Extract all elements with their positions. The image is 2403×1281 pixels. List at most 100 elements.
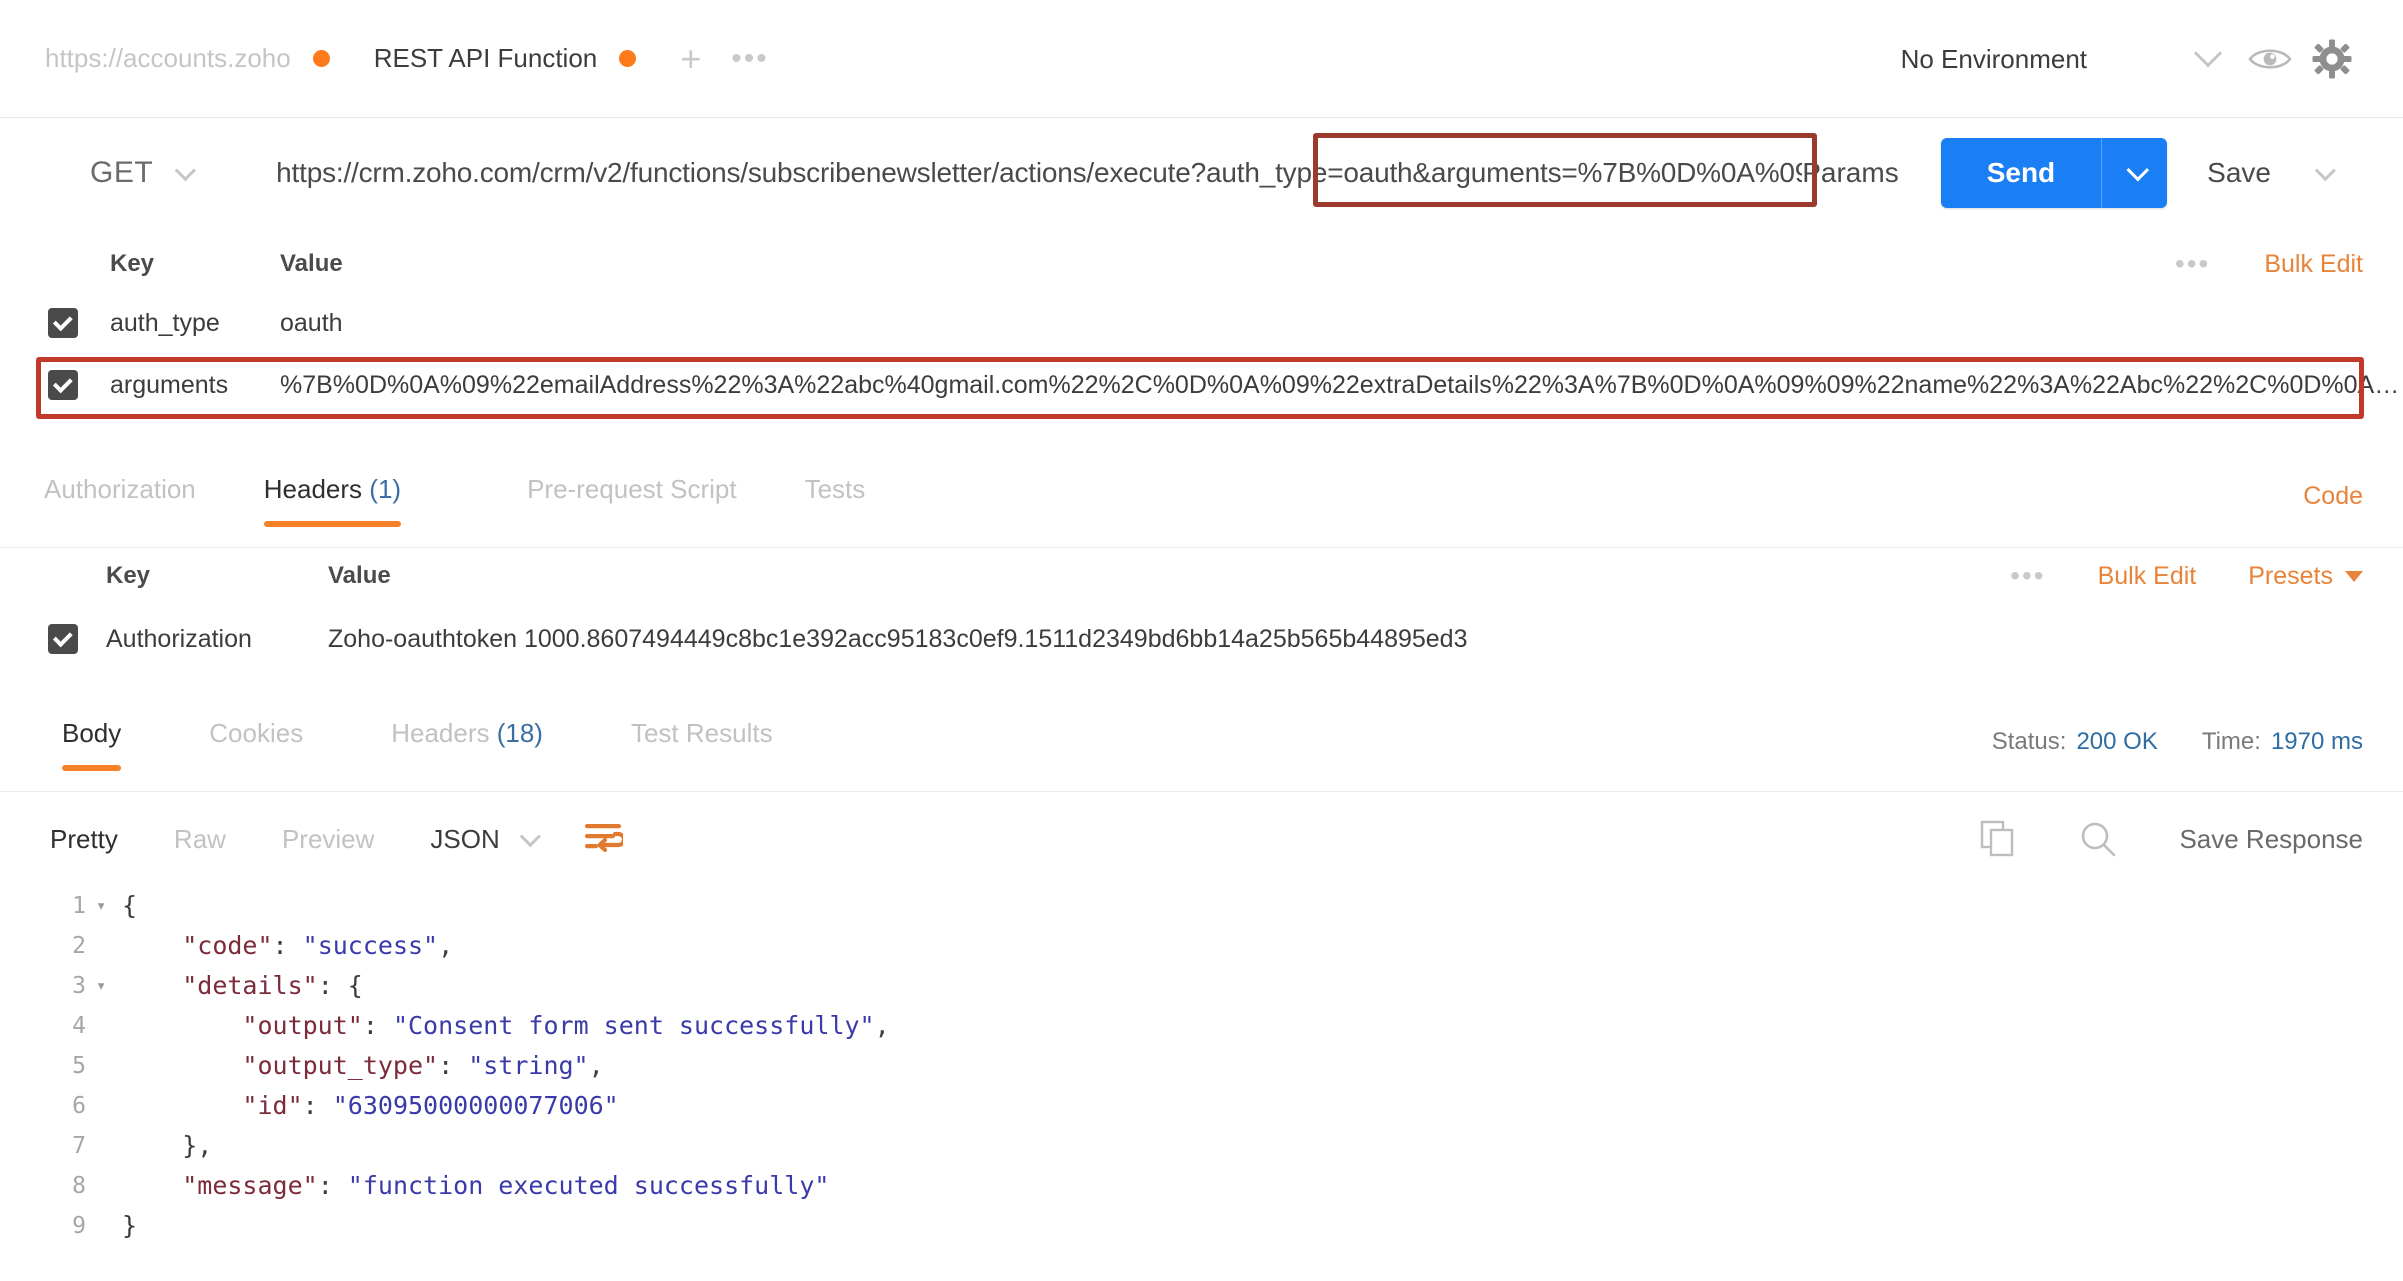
unsaved-dot-icon[interactable] <box>619 50 637 67</box>
status-value: 200 OK <box>2076 728 2158 755</box>
code-text: "code": "success", <box>182 931 454 960</box>
tab-pre-request-script[interactable]: Pre-request Script <box>527 466 737 527</box>
view-preview-button[interactable]: Preview <box>282 824 374 855</box>
time-label: Time: <box>2201 728 2261 755</box>
header-value[interactable]: Zoho-oauthtoken 1000.8607494449c8bc1e392… <box>328 625 2403 654</box>
send-button-group: Send <box>1940 138 2168 208</box>
format-chevron-down-icon <box>519 825 541 847</box>
presets-caret-down-icon <box>2345 571 2363 583</box>
eye-icon[interactable] <box>2239 28 2301 90</box>
send-options-chevron-down-icon[interactable] <box>2101 138 2167 208</box>
request-tab-accounts-zoho[interactable]: https://accounts.zoho <box>45 43 330 74</box>
copy-icon[interactable] <box>1967 808 2029 870</box>
tab-response-headers[interactable]: Headers (18) <box>391 710 543 771</box>
code-line: 5 "output_type": "string", <box>0 1046 2403 1086</box>
response-body-code[interactable]: 1 ▾{2 "code": "success", 3 ▾ "details": {4 … <box>0 886 2403 1281</box>
param-key[interactable]: auth_type <box>110 309 280 338</box>
code-line: 7 }, <box>0 1126 2403 1166</box>
environment-selector[interactable]: No Environment <box>1901 44 2087 75</box>
code-line: 2 "code": "success", <box>0 926 2403 966</box>
line-number: 9 <box>72 1213 86 1239</box>
table-row[interactable]: arguments %7B%0D%0A%09%22emailAddress%22… <box>0 354 2403 416</box>
tab-overflow-more-icon[interactable]: ••• <box>731 43 769 74</box>
http-method-selector[interactable]: GET <box>90 156 197 190</box>
code-line: 4 "output": "Consent form sent successfu… <box>0 1006 2403 1046</box>
params-toggle-button[interactable]: Params <box>1802 157 1898 189</box>
line-number: 4 <box>72 1013 86 1039</box>
fold-toggle-icon[interactable]: ▾ <box>96 966 122 1006</box>
code-text: "output": "Consent form sent successfull… <box>242 1011 890 1040</box>
table-row[interactable]: auth_type oauth <box>0 292 2403 354</box>
environment-chevron-down-icon[interactable] <box>2177 28 2239 90</box>
tab-label: Authorization <box>44 474 196 504</box>
url-bar: GET https://crm.zoho.com/crm/v2/function… <box>0 128 2403 218</box>
tab-response-body[interactable]: Body <box>62 710 122 771</box>
header-enabled-checkbox[interactable] <box>48 624 78 654</box>
headers-bulk-edit-button[interactable]: Bulk Edit <box>2098 562 2197 591</box>
code-link[interactable]: Code <box>2303 482 2363 511</box>
code-line: 8 "message": "function executed successf… <box>0 1166 2403 1206</box>
tab-label: Test Results <box>630 718 773 748</box>
tab-count: (1) <box>369 474 402 504</box>
fold-toggle-icon[interactable]: ▾ <box>96 886 122 926</box>
line-number: 5 <box>72 1053 86 1079</box>
table-row[interactable]: Authorization Zoho-oauthtoken 1000.86074… <box>0 604 2403 674</box>
code-text: }, <box>182 1131 213 1160</box>
request-tab-label: https://accounts.zoho <box>45 43 291 73</box>
headers-presets-button[interactable]: Presets <box>2248 562 2363 591</box>
tab-authorization[interactable]: Authorization <box>44 466 196 527</box>
param-value[interactable]: %7B%0D%0A%09%22emailAddress%22%3A%22abc%… <box>280 371 2403 400</box>
environment-area: No Environment <box>1901 0 2363 118</box>
headers-key-column-header: Key <box>106 562 151 589</box>
params-header-row: Key Value <box>0 236 2403 292</box>
params-more-icon[interactable]: ••• <box>2175 250 2210 278</box>
tab-label: Headers <box>391 718 490 748</box>
save-options-chevron-down-icon[interactable] <box>2291 142 2353 204</box>
status-label: Status: <box>1991 728 2067 755</box>
params-bulk-edit-button[interactable]: Bulk Edit <box>2264 250 2363 279</box>
params-key-column-header: Key <box>110 250 155 277</box>
url-input[interactable]: https://crm.zoho.com/crm/v2/functions/su… <box>276 157 1802 189</box>
param-value[interactable]: oauth <box>280 309 2403 338</box>
new-tab-plus-icon[interactable]: + <box>680 40 701 77</box>
line-number: 7 <box>72 1133 86 1159</box>
response-format-label: JSON <box>430 823 500 854</box>
query-params-table: Key Value auth_type oauth arguments %7B%… <box>0 236 2403 416</box>
request-tab-rest-api-function[interactable]: REST API Function <box>374 43 637 74</box>
status-badge: Status: 200 OK <box>1992 728 2158 756</box>
word-wrap-icon[interactable] <box>583 821 626 858</box>
code-line: 9} <box>0 1206 2403 1246</box>
params-row-actions: ••• Bulk Edit <box>2175 236 2363 292</box>
param-enabled-checkbox[interactable] <box>48 308 78 338</box>
view-raw-button[interactable]: Raw <box>174 824 226 855</box>
tab-tests[interactable]: Tests <box>805 466 866 527</box>
code-text: "output_type": "string", <box>242 1051 604 1080</box>
search-icon[interactable] <box>2067 808 2129 870</box>
code-line: 1 ▾{ <box>0 886 2403 926</box>
param-key[interactable]: arguments <box>110 371 280 400</box>
line-number: 6 <box>72 1093 86 1119</box>
gear-icon[interactable] <box>2301 28 2363 90</box>
method-chevron-down-icon <box>174 159 197 181</box>
presets-label: Presets <box>2248 561 2333 590</box>
line-number: 1 <box>72 893 86 919</box>
param-enabled-checkbox[interactable] <box>48 370 78 400</box>
request-tab-label: REST API Function <box>373 43 598 73</box>
params-value-column-header: Value <box>280 250 343 277</box>
unsaved-dot-icon[interactable] <box>312 50 330 67</box>
view-pretty-button[interactable]: Pretty <box>50 824 118 855</box>
header-key[interactable]: Authorization <box>106 625 328 654</box>
tab-test-results[interactable]: Test Results <box>631 710 773 771</box>
code-text: { <box>122 891 138 920</box>
response-body-tools-right: Save Response <box>1967 800 2363 878</box>
tab-response-cookies[interactable]: Cookies <box>209 710 303 771</box>
tab-headers[interactable]: Headers (1) <box>263 466 402 527</box>
save-button[interactable]: Save <box>2207 157 2271 189</box>
headers-more-icon[interactable]: ••• <box>2010 562 2045 590</box>
time-badge: Time: 1970 ms <box>2202 728 2363 756</box>
response-format-selector[interactable]: JSON <box>430 823 541 855</box>
send-button[interactable]: Send <box>1941 138 2101 208</box>
save-response-button[interactable]: Save Response <box>2179 824 2363 855</box>
request-config-tabs: Authorization Headers (1) Pre-request Sc… <box>0 466 2403 548</box>
line-number: 8 <box>72 1173 86 1199</box>
